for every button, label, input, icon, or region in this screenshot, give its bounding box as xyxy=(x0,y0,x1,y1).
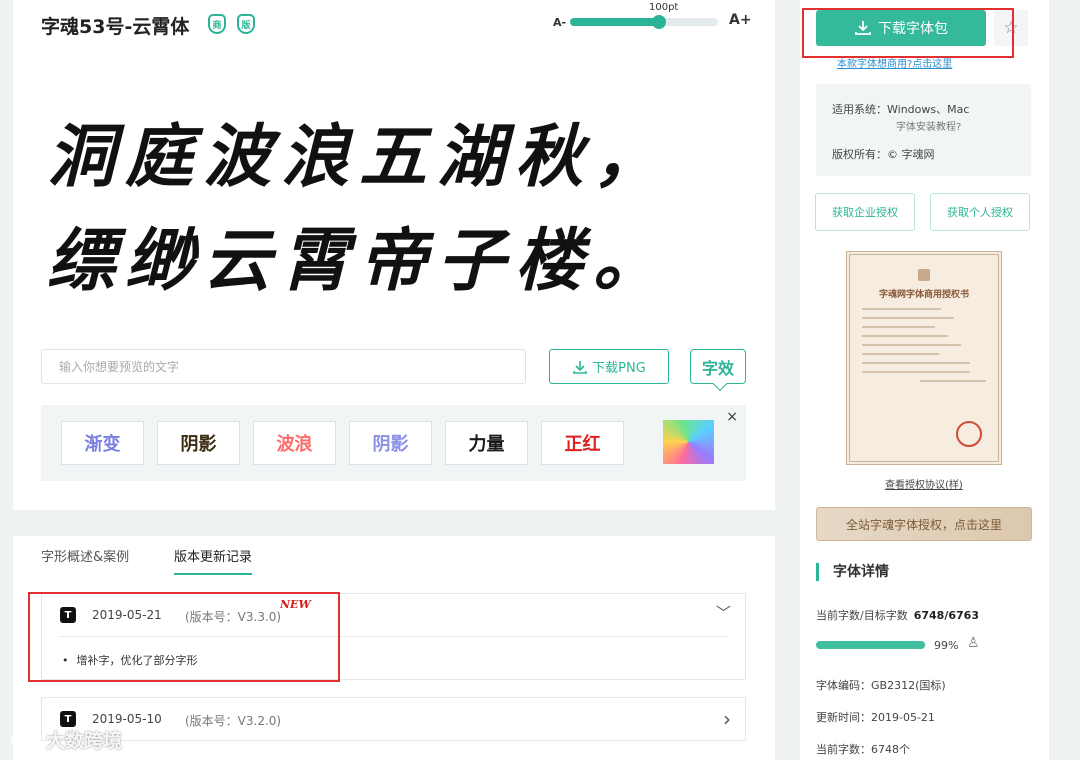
font-info-box: 适用系统：Windows、Mac 字体安装教程? 版权所有：© 字魂网 xyxy=(816,84,1031,176)
preview-line-1: 洞庭波浪五湖秋， xyxy=(47,117,672,197)
font-encoding: 字体编码：GB2312(国标) xyxy=(816,679,946,692)
effect-shadow-2-button[interactable]: 阴影 xyxy=(349,421,432,465)
progress-fill xyxy=(816,641,925,649)
version-icon: T xyxy=(60,607,76,623)
copyright-badge-icon[interactable]: 版 xyxy=(237,14,255,34)
watermark-logo-icon xyxy=(10,731,37,747)
personal-license-button[interactable]: 获取个人授权 xyxy=(930,193,1030,231)
font-size-slider[interactable] xyxy=(570,15,718,29)
tab-changelog[interactable]: 版本更新记录 xyxy=(174,546,253,575)
text-effects-panel: 渐变 阴影 波浪 阴影 力量 正红 × xyxy=(41,405,746,481)
changelog-date: 2019-05-21 xyxy=(92,608,162,622)
font-details-heading: 字体详情 xyxy=(816,563,889,581)
current-glyph-count: 当前字数：6748个 xyxy=(816,743,910,756)
glyph-count-label: 当前字数/目标字数 xyxy=(816,609,908,622)
effect-power-button[interactable]: 力量 xyxy=(445,421,528,465)
tab-overview[interactable]: 字形概述&案例 xyxy=(41,546,129,565)
download-icon xyxy=(573,360,587,374)
chevron-right-icon[interactable]: › xyxy=(723,707,731,731)
enterprise-license-button[interactable]: 获取企业授权 xyxy=(815,193,915,231)
download-png-button[interactable]: 下载PNG xyxy=(549,349,669,384)
increase-size-button[interactable]: A+ xyxy=(729,12,752,28)
preview-line-2: 缥缈云霄帝子楼。 xyxy=(47,221,672,301)
glyph-progress-bar xyxy=(816,641,926,649)
changelog-note: 增补字，优化了部分字形 xyxy=(62,652,198,668)
font-sidebar: 下载字体包 ☆ 本款字体想商用?点击这里 适用系统：Windows、Mac 字体… xyxy=(800,0,1049,760)
font-title: 字魂53号-云霄体 xyxy=(41,16,190,38)
certificate-title: 字魂网字体商用授权书 xyxy=(878,290,969,300)
close-icon[interactable]: × xyxy=(726,409,738,425)
certificate-logo-icon xyxy=(918,269,930,281)
install-tutorial-link[interactable]: 字体安装教程? xyxy=(896,118,961,133)
font-preview-text: 洞庭波浪五湖秋， 缥缈云霄帝子楼。 xyxy=(47,105,747,313)
effect-shadow-button[interactable]: 阴影 xyxy=(157,421,240,465)
update-time: 更新时间：2019-05-21 xyxy=(816,711,935,724)
commercial-badge-icon[interactable]: 商 xyxy=(208,14,226,34)
changelog-version: (版本号：V3.2.0) xyxy=(185,714,282,728)
slider-handle[interactable] xyxy=(651,15,666,29)
glyph-count-row: 当前字数/目标字数 6748/6763 xyxy=(816,607,979,623)
download-icon xyxy=(855,21,871,35)
view-license-agreement-link[interactable]: 查看授权协议(样) xyxy=(885,476,963,491)
glyph-count-value: 6748/6763 xyxy=(913,609,979,622)
version-icon: T xyxy=(60,711,76,727)
changelog-card: 字形概述&案例 版本更新记录 T 2019-05-21 (版本号：V3.3.0)… xyxy=(13,536,775,760)
rocket-icon: ♙ xyxy=(967,635,980,651)
size-value-label: 100pt xyxy=(649,2,679,13)
changelog-date: 2019-05-10 xyxy=(92,712,162,726)
divider xyxy=(58,636,729,637)
effect-red-button[interactable]: 正红 xyxy=(541,421,624,465)
font-preview-card: 字魂53号-云霄体 商 版 A- 100pt A+ 洞庭波浪五湖秋， 缥缈云霄帝… xyxy=(13,0,775,510)
color-picker-swatch[interactable] xyxy=(663,420,714,464)
slider-fill xyxy=(570,18,659,26)
copyright-owner: 版权所有：© 字魂网 xyxy=(832,148,935,161)
download-font-label: 下载字体包 xyxy=(878,21,948,37)
effect-gradient-button[interactable]: 渐变 xyxy=(61,421,144,465)
preview-text-input[interactable] xyxy=(41,349,526,384)
new-badge: NEW xyxy=(280,598,311,611)
download-font-button[interactable]: 下载字体包 xyxy=(816,10,986,46)
changelog-entry[interactable]: T 2019-05-21 (版本号：V3.3.0) NEW ﹀ 增补字，优化了部… xyxy=(41,593,746,680)
changelog-version: (版本号：V3.3.0) xyxy=(185,610,282,624)
sitewide-license-button[interactable]: 全站字魂字体授权，点击这里 xyxy=(816,507,1032,541)
watermark: 大数跨境 xyxy=(10,726,122,753)
text-effect-toggle[interactable]: 字效 xyxy=(690,349,746,384)
license-certificate-image[interactable]: 字魂网字体商用授权书 xyxy=(846,251,1002,465)
favorite-button[interactable]: ☆ xyxy=(994,10,1028,46)
seal-icon xyxy=(956,421,982,447)
star-icon: ☆ xyxy=(1003,18,1019,38)
changelog-entry[interactable]: T 2019-05-10 (版本号：V3.2.0) › xyxy=(41,697,746,741)
progress-percent: 99% xyxy=(934,639,959,652)
chevron-down-icon[interactable]: ﹀ xyxy=(716,602,731,623)
decrease-size-button[interactable]: A- xyxy=(553,16,566,29)
commercial-use-link[interactable]: 本款字体想商用?点击这里 xyxy=(837,55,952,70)
effect-wave-button[interactable]: 波浪 xyxy=(253,421,336,465)
download-png-label: 下载PNG xyxy=(592,361,646,376)
watermark-text: 大数跨境 xyxy=(46,730,123,752)
supported-systems: 适用系统：Windows、Mac xyxy=(832,103,970,116)
